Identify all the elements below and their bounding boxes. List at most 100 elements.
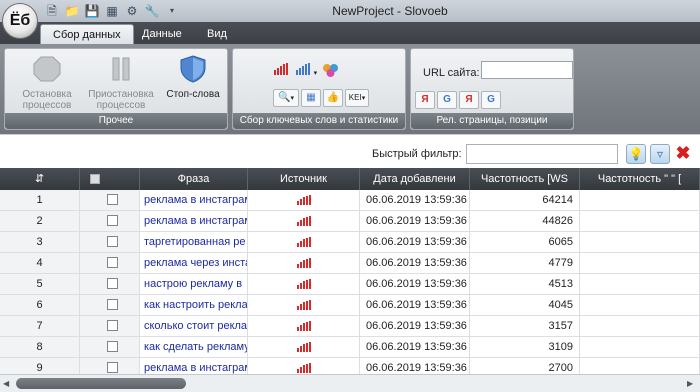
ribbon-tab-bar: Сбор данных Данные Вид — [0, 22, 700, 44]
wordstat-source-icon — [297, 195, 311, 205]
phrase-cell[interactable]: реклама через инста — [140, 253, 248, 273]
url-input[interactable] — [481, 61, 573, 79]
phrase-cell[interactable]: реклама в инстаграм — [140, 211, 248, 231]
phrase-cell[interactable]: как настроить рекла — [140, 295, 248, 315]
quick-filter-input[interactable] — [466, 144, 618, 164]
table-row[interactable]: 1 реклама в инстаграм 06.06.2019 13:59:36 6… — [0, 190, 700, 211]
source-cell — [248, 358, 360, 374]
wordstat-source-icon — [297, 321, 311, 331]
frequency-ws-cell: 64214 — [470, 190, 580, 210]
row-checkbox[interactable] — [107, 320, 118, 331]
source-cell — [248, 295, 360, 315]
table-row[interactable]: 7 сколько стоит рекла 06.06.2019 13:59:36 3… — [0, 316, 700, 337]
google-icon: G — [443, 94, 451, 105]
quick-filter-bar: Быстрый фильтр: 💡 ▿ ✖ — [0, 134, 700, 168]
row-number-header[interactable]: ⇵ — [0, 168, 80, 190]
pause-processes-button[interactable]: Приостановка процессов — [85, 55, 157, 111]
wordstat-source-icon — [297, 363, 311, 373]
frequency-ws-cell: 6065 — [470, 232, 580, 252]
column-header-phrase[interactable]: Фраза — [140, 168, 248, 190]
wordstat-options-button[interactable]: ▾ — [293, 63, 319, 81]
row-checkbox[interactable] — [107, 278, 118, 289]
yandex-position-button[interactable]: Я — [415, 91, 435, 109]
row-number: 9 — [0, 358, 80, 374]
ribbon-group-misc: Остановка процессов Приостановка процесс… — [4, 48, 228, 130]
row-number: 3 — [0, 232, 80, 252]
ribbon-group-misc-label: Прочее — [5, 113, 227, 129]
row-checkbox[interactable] — [107, 194, 118, 205]
bar-chart-blue-icon — [295, 63, 310, 75]
close-icon: ✖ — [675, 143, 691, 163]
like-stats-button[interactable]: 👍 — [323, 89, 343, 107]
ribbon-group-url-label: Рел. страницы, позиции — [411, 113, 573, 129]
google-position-button[interactable]: G — [437, 91, 457, 109]
ribbon-group-keywords: ▾ 🔍▾ ▦ 👍 KEI▾ Сбор ключевых слов и стати… — [232, 48, 406, 130]
frequency-quoted-cell — [580, 358, 700, 374]
frequency-quoted-cell — [580, 211, 700, 231]
bar-chart-red-icon — [274, 63, 288, 75]
column-header-source[interactable]: Источник — [248, 168, 360, 190]
stop-words-button[interactable]: Стоп-слова — [159, 55, 227, 100]
wordstat-source-icon — [297, 237, 311, 247]
row-checkbox[interactable] — [107, 299, 118, 310]
row-select-cell — [80, 358, 140, 374]
phrase-cell[interactable]: таргетированная ре — [140, 232, 248, 252]
table-row[interactable]: 4 реклама через инста 06.06.2019 13:59:36 4… — [0, 253, 700, 274]
table-row[interactable]: 8 как сделать рекламу 06.06.2019 13:59:36 3… — [0, 337, 700, 358]
scroll-right-arrow-icon[interactable]: ▶ — [687, 378, 697, 389]
table-row[interactable]: 9 реклама в инстаграм 06.06.2019 13:59:36 2… — [0, 358, 700, 374]
table-row[interactable]: 3 таргетированная ре 06.06.2019 13:59:36 60… — [0, 232, 700, 253]
row-checkbox[interactable] — [107, 257, 118, 268]
select-all-checkbox[interactable] — [90, 174, 100, 184]
frequency-quoted-cell — [580, 337, 700, 357]
frequency-quoted-cell — [580, 295, 700, 315]
pause-icon — [112, 57, 130, 81]
stop-processes-label: Остановка процессов — [22, 89, 72, 111]
funnel-icon: ▿ — [656, 147, 664, 161]
table-view-button[interactable]: ▦ — [301, 89, 321, 107]
row-select-cell — [80, 232, 140, 252]
thumbs-up-icon: 👍 — [326, 92, 340, 103]
yandex-wordstat-button[interactable] — [271, 63, 291, 81]
frequency-quoted-cell — [580, 316, 700, 336]
url-label: URL сайта: — [423, 67, 480, 79]
app-logo-button[interactable]: Ёб — [2, 3, 38, 39]
stop-processes-button[interactable]: Остановка процессов — [11, 55, 83, 111]
horizontal-scrollbar[interactable]: ◀ ▶ — [0, 374, 700, 392]
row-select-cell — [80, 211, 140, 231]
row-checkbox[interactable] — [107, 215, 118, 226]
column-header-frequency-quoted[interactable]: Частотность " " [ — [580, 168, 700, 190]
table-row[interactable]: 6 как настроить рекла 06.06.2019 13:59:36 4… — [0, 295, 700, 316]
scroll-left-arrow-icon[interactable]: ◀ — [3, 378, 13, 389]
select-all-header[interactable] — [80, 168, 140, 190]
dropdown-arrow-icon: ▾ — [313, 70, 318, 77]
colors-button[interactable] — [321, 63, 341, 81]
search-options-button[interactable]: 🔍▾ — [273, 89, 299, 107]
yandex-relevant-button[interactable]: Я — [459, 91, 479, 109]
clear-filter-button[interactable]: ✖ — [674, 143, 692, 163]
table-row[interactable]: 5 настрою рекламу в 06.06.2019 13:59:36 451… — [0, 274, 700, 295]
kei-button[interactable]: KEI▾ — [345, 89, 369, 107]
phrase-cell[interactable]: настрою рекламу в — [140, 274, 248, 294]
column-header-frequency-ws[interactable]: Частотность [WS — [470, 168, 580, 190]
phrase-cell[interactable]: как сделать рекламу — [140, 337, 248, 357]
apply-filter-button[interactable]: ▿ — [650, 144, 670, 164]
row-checkbox[interactable] — [107, 362, 118, 373]
ribbon-group-url: URL сайта: Я G Я G Рел. страницы, позици… — [410, 48, 574, 130]
row-checkbox[interactable] — [107, 236, 118, 247]
column-header-date[interactable]: Дата добавлени — [360, 168, 470, 190]
tab-data[interactable]: Данные — [130, 24, 194, 44]
row-number: 1 — [0, 190, 80, 210]
google-relevant-button[interactable]: G — [481, 91, 501, 109]
phrase-cell[interactable]: сколько стоит рекла — [140, 316, 248, 336]
phrase-cell[interactable]: реклама в инстаграм — [140, 190, 248, 210]
table-row[interactable]: 2 реклама в инстаграм 06.06.2019 13:59:36 4… — [0, 211, 700, 232]
phrase-cell[interactable]: реклама в инстаграм — [140, 358, 248, 374]
scrollbar-thumb[interactable] — [16, 378, 186, 389]
tab-data-collection[interactable]: Сбор данных — [40, 24, 134, 44]
row-checkbox[interactable] — [107, 341, 118, 352]
source-cell — [248, 190, 360, 210]
date-cell: 06.06.2019 13:59:36 — [360, 337, 470, 357]
tab-view[interactable]: Вид — [195, 24, 239, 44]
filter-hint-button[interactable]: 💡 — [626, 144, 646, 164]
